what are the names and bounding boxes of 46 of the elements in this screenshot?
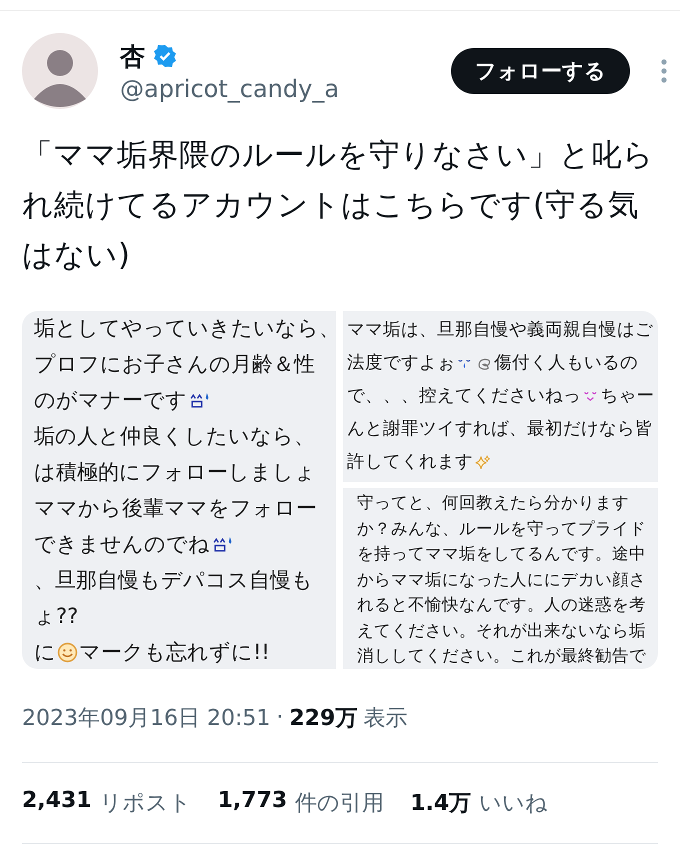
screenshot-text: 垢としてやっていきたいなら、 xyxy=(34,315,336,342)
screenshot-text: からママ垢になった人ににデカい顔さ xyxy=(357,568,646,590)
timestamp[interactable]: 2023年09月16日 20:51 xyxy=(22,702,270,732)
screenshot-text: えてください。それが出来ないなら垢 xyxy=(357,620,646,642)
screenshot-text: ょ?? xyxy=(34,603,78,630)
screenshot-text: 許してくれます xyxy=(347,451,473,474)
separator-dot: · xyxy=(276,705,284,730)
screenshot-text: 傷付く人もいるの xyxy=(494,352,638,375)
stat-label[interactable]: リポスト xyxy=(100,788,192,818)
screenshot-text: できませんのでね xyxy=(34,531,210,558)
view-count: 229万 xyxy=(289,704,358,732)
screenshot-text: 消ししてください。これが最終勧告で xyxy=(357,645,646,667)
screenshot-text: 法度ですよぉ xyxy=(347,352,455,375)
stat-count[interactable]: 1,773 xyxy=(218,788,288,818)
screenshot-text: のがマナーです xyxy=(34,387,187,414)
screenshot-text: を持ってママ垢をしてるんです。途中 xyxy=(357,543,646,565)
screenshot-text: ちゃー xyxy=(600,385,654,408)
stat-count[interactable]: 2,431 xyxy=(22,788,92,818)
smiley-icon xyxy=(57,642,78,662)
screenshot-text: プロフにお子さんの月齢＆性 xyxy=(34,351,315,378)
more-icon[interactable] xyxy=(660,58,668,84)
stat-count[interactable]: 1.4万 xyxy=(410,788,472,818)
text-screenshot[interactable]: ママ垢は、旦那自慢や義両親自慢はご 法度ですよぉ 傷付く人もいるの で、、、控えてくださいねっ ちゃー んと謝罪ツイすれば、最初だけなら皆 許してくれます xyxy=(343,311,658,482)
screenshot-text: んと謝罪ツイすれば、最初だけなら皆 xyxy=(347,418,653,441)
avatar-icon[interactable] xyxy=(22,33,98,109)
screenshot-text: ママ垢は、旦那自慢や義両親自慢はご xyxy=(347,319,653,342)
tweet-text: 「ママ垢界隈のルールを守りなさい」と叱られ続けてるアカウントはこちらです(守る気はない) xyxy=(22,137,654,275)
screenshot-text: マークも忘れずに!! xyxy=(79,639,270,666)
stat-label[interactable]: 件の引用 xyxy=(295,788,384,818)
views-label: 表示 xyxy=(363,704,408,732)
text-screenshot[interactable]: 垢としてやっていきたいなら、 プロフにお子さんの月齢＆性 のがマナーです 垢の人と仲良くしたいなら、 は積極的にフォローしましょ ママから後輩ママをフォロー できませんのでね 、旦那自慢もデパコス自慢も ょ?? に マークも忘れずに!! xyxy=(22,311,336,669)
screenshot-text: か？みんな、ルールを守ってプライド xyxy=(357,518,646,540)
screenshot-text: 垢の人と仲良くしたいなら、 xyxy=(34,423,315,450)
screenshot-text: ママから後輩ママをフォロー xyxy=(34,495,317,522)
screenshot-text: 、旦那自慢もデパコス自慢も xyxy=(34,567,313,594)
screenshot-text: 守ってと、何回教えたら分かります xyxy=(357,492,629,514)
display-name[interactable]: 杏 xyxy=(120,40,145,72)
screenshot-text: で、、、控えてくださいねっ xyxy=(347,385,581,408)
screenshot-text: に xyxy=(34,639,56,666)
follow-button[interactable]: フォローする xyxy=(451,48,630,94)
sparkle-icon xyxy=(474,454,492,472)
screenshot-text: は積極的にフォローしましょ xyxy=(34,459,316,486)
text-screenshot[interactable]: 守ってと、何回教えたら分かります か？みんな、ルールを守ってプライド を持ってママ垢をしてるんです。途中 からママ垢になった人ににデカい顔さ れると不愉快なんです。人の迷惑を考 えてください。それが出来ないなら垢 消ししてください。これが最終勧告で xyxy=(343,488,658,669)
stat-label[interactable]: いいね xyxy=(479,788,548,818)
screenshot-text: れると不愉快なんです。人の迷惑を考 xyxy=(357,594,646,616)
user-handle[interactable]: @apricot_candy_a xyxy=(120,74,451,102)
